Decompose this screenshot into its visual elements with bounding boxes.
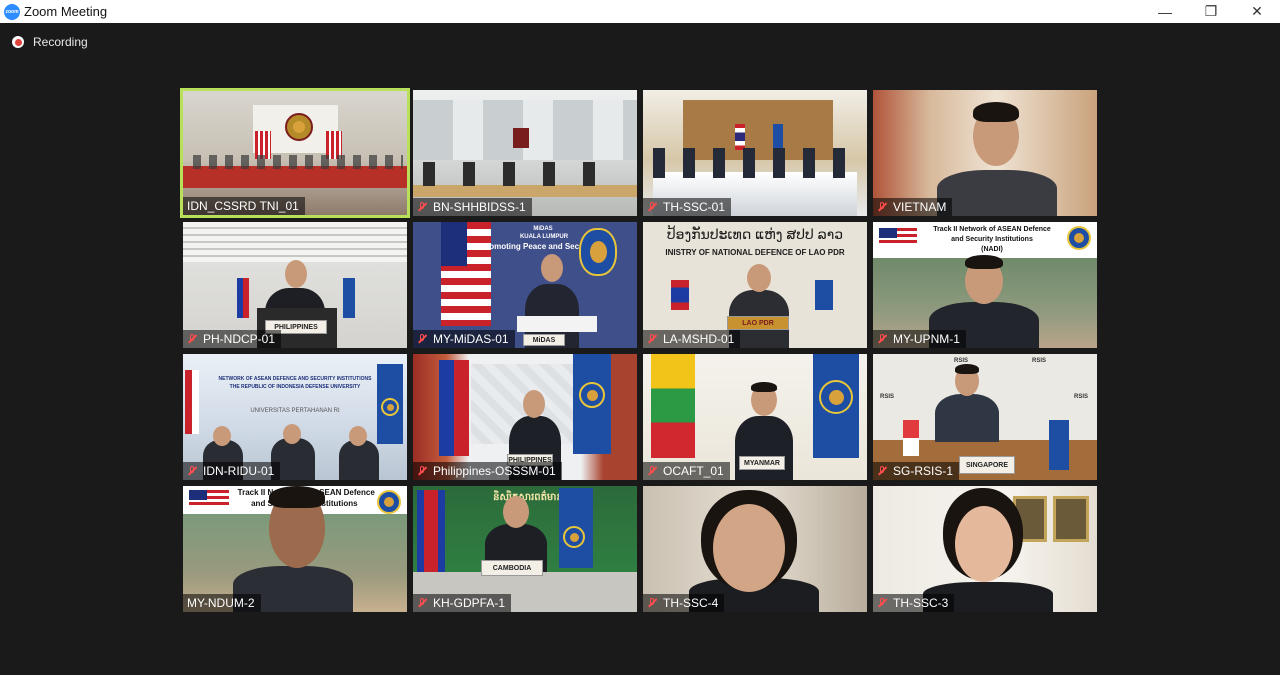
cambodia-flag	[417, 490, 445, 572]
participant-name: IDN_CSSRD TNI_01	[187, 199, 299, 213]
video-tile-3[interactable]: TH-SSC-01	[643, 90, 867, 216]
asean-emblem-icon	[579, 228, 617, 276]
participant-name: PH-NDCP-01	[203, 332, 276, 346]
participant-namebar: Philippines-OSSSM-01	[413, 462, 562, 480]
video-tile-7[interactable]: ປ້ອງກັນປະເທດ ແຫ່ງ ສປປ ລາວ INISTRY OF NAT…	[643, 222, 867, 348]
mic-muted-icon	[187, 334, 197, 344]
mic-muted-icon	[877, 598, 887, 608]
indonesia-flag	[185, 370, 199, 434]
participant-namebar: MY-NDUM-2	[183, 594, 261, 612]
video-tile-1[interactable]: IDN_CSSRD TNI_01	[180, 88, 410, 218]
participant-namebar: IDN-RIDU-01	[183, 462, 281, 480]
zoom-app-icon: zoom	[4, 3, 20, 20]
video-tile-11[interactable]: MYANMAR OCAFT_01	[643, 354, 867, 480]
recording-label: Recording	[33, 35, 88, 49]
country-placard: CAMBODIA	[481, 560, 543, 576]
participant-namebar: OCAFT_01	[643, 462, 730, 480]
lao-flag	[671, 280, 689, 310]
participant-namebar: IDN_CSSRD TNI_01	[183, 197, 305, 215]
participant-namebar: TH-SSC-3	[873, 594, 955, 612]
asean-emblem-icon	[1067, 226, 1091, 250]
mic-muted-icon	[417, 334, 427, 344]
mic-muted-icon	[877, 202, 887, 212]
participant-name: MY-UPNM-1	[893, 332, 960, 346]
mic-muted-icon	[877, 466, 887, 476]
participant-name: IDN-RIDU-01	[203, 464, 275, 478]
asean-flag	[773, 124, 783, 150]
asean-flag	[343, 278, 355, 318]
mic-muted-icon	[417, 466, 427, 476]
country-placard: SINGAPORE	[959, 456, 1015, 474]
recording-indicator[interactable]: Recording	[12, 35, 88, 49]
video-tile-5[interactable]: PHILIPPINES PH-NDCP-01	[183, 222, 407, 348]
participant-name: TH-SSC-01	[663, 200, 726, 214]
window-controls: — ❐ ✕	[1142, 0, 1280, 23]
video-tile-10[interactable]: PHILIPPINES Philippines-OSSSM-01	[413, 354, 637, 480]
participant-video	[937, 170, 1057, 216]
mic-muted-icon	[187, 466, 197, 476]
window-titlebar: zoom Zoom Meeting — ❐ ✕	[0, 0, 1280, 23]
participant-namebar: TH-SSC-4	[643, 594, 725, 612]
window-title: Zoom Meeting	[24, 4, 108, 19]
asean-flag	[815, 280, 833, 310]
participant-name: MY-MiDAS-01	[433, 332, 509, 346]
participant-namebar: BN-SHHBIDSS-1	[413, 198, 532, 216]
participant-namebar: MY-UPNM-1	[873, 330, 966, 348]
asean-emblem-icon	[381, 398, 399, 416]
participant-name: SG-RSIS-1	[893, 464, 954, 478]
participant-name: LA-MSHD-01	[663, 332, 735, 346]
asean-emblem-icon	[579, 382, 605, 408]
video-tile-14[interactable]: និស្សិតសារពត៌មាន CAMBODIA KH-GDPFA-1	[413, 486, 637, 612]
video-tile-12[interactable]: RSIS RSIS RSIS RSIS SINGAPORE SG-RSIS-1	[873, 354, 1097, 480]
mic-muted-icon	[417, 598, 427, 608]
country-placard: MiDAS	[523, 334, 565, 346]
participant-namebar: PH-NDCP-01	[183, 330, 282, 348]
country-placard: MYANMAR	[739, 456, 785, 470]
participant-namebar: TH-SSC-01	[643, 198, 732, 216]
video-tile-8[interactable]: Track II Network of ASEAN Defence and Se…	[873, 222, 1097, 348]
asean-emblem-icon	[563, 526, 585, 548]
participant-name: BN-SHHBIDSS-1	[433, 200, 526, 214]
video-tile-9[interactable]: NETWORK OF ASEAN DEFENCE AND SECURITY IN…	[183, 354, 407, 480]
mic-muted-icon	[877, 334, 887, 344]
asean-emblem-icon	[377, 490, 401, 514]
mic-muted-icon	[647, 334, 657, 344]
recording-icon	[12, 36, 24, 48]
mic-muted-icon	[417, 202, 427, 212]
participant-name: KH-GDPFA-1	[433, 596, 506, 610]
participant-name: MY-NDUM-2	[187, 596, 255, 610]
myanmar-flag	[651, 354, 695, 458]
participant-name: VIETNAM	[893, 200, 947, 214]
mic-muted-icon	[647, 598, 657, 608]
video-tile-4[interactable]: VIETNAM	[873, 90, 1097, 216]
participant-namebar: MY-MiDAS-01	[413, 330, 515, 348]
close-button[interactable]: ✕	[1234, 0, 1280, 23]
video-tile-13[interactable]: Track II Net SEAN Defence and S Institut…	[183, 486, 407, 612]
mic-muted-icon	[647, 202, 657, 212]
mic-muted-icon	[647, 466, 657, 476]
participant-namebar: LA-MSHD-01	[643, 330, 741, 348]
participant-name: TH-SSC-4	[663, 596, 719, 610]
video-tile-6[interactable]: MiDAS KUALA LUMPUR "Promoting Peace and …	[413, 222, 637, 348]
participant-name: OCAFT_01	[663, 464, 724, 478]
participant-name: Philippines-OSSSM-01	[433, 464, 556, 478]
video-tile-2[interactable]: BN-SHHBIDSS-1	[413, 90, 637, 216]
participant-namebar: VIETNAM	[873, 198, 953, 216]
thai-flag	[735, 124, 745, 150]
philippine-flag	[237, 278, 249, 318]
participant-namebar: SG-RSIS-1	[873, 462, 960, 480]
philippine-flag	[439, 360, 469, 456]
restore-button[interactable]: ❐	[1188, 0, 1234, 23]
participant-name: TH-SSC-3	[893, 596, 949, 610]
asean-flag	[1049, 420, 1069, 470]
country-placard: LAO PDR	[727, 316, 789, 330]
asean-emblem-icon	[819, 380, 853, 414]
singapore-flag	[903, 420, 919, 456]
minimize-button[interactable]: —	[1142, 0, 1188, 23]
participant-namebar: KH-GDPFA-1	[413, 594, 512, 612]
video-tile-16[interactable]: TH-SSC-3	[873, 486, 1097, 612]
video-tile-15[interactable]: TH-SSC-4	[643, 486, 867, 612]
emblem-icon	[285, 113, 313, 141]
